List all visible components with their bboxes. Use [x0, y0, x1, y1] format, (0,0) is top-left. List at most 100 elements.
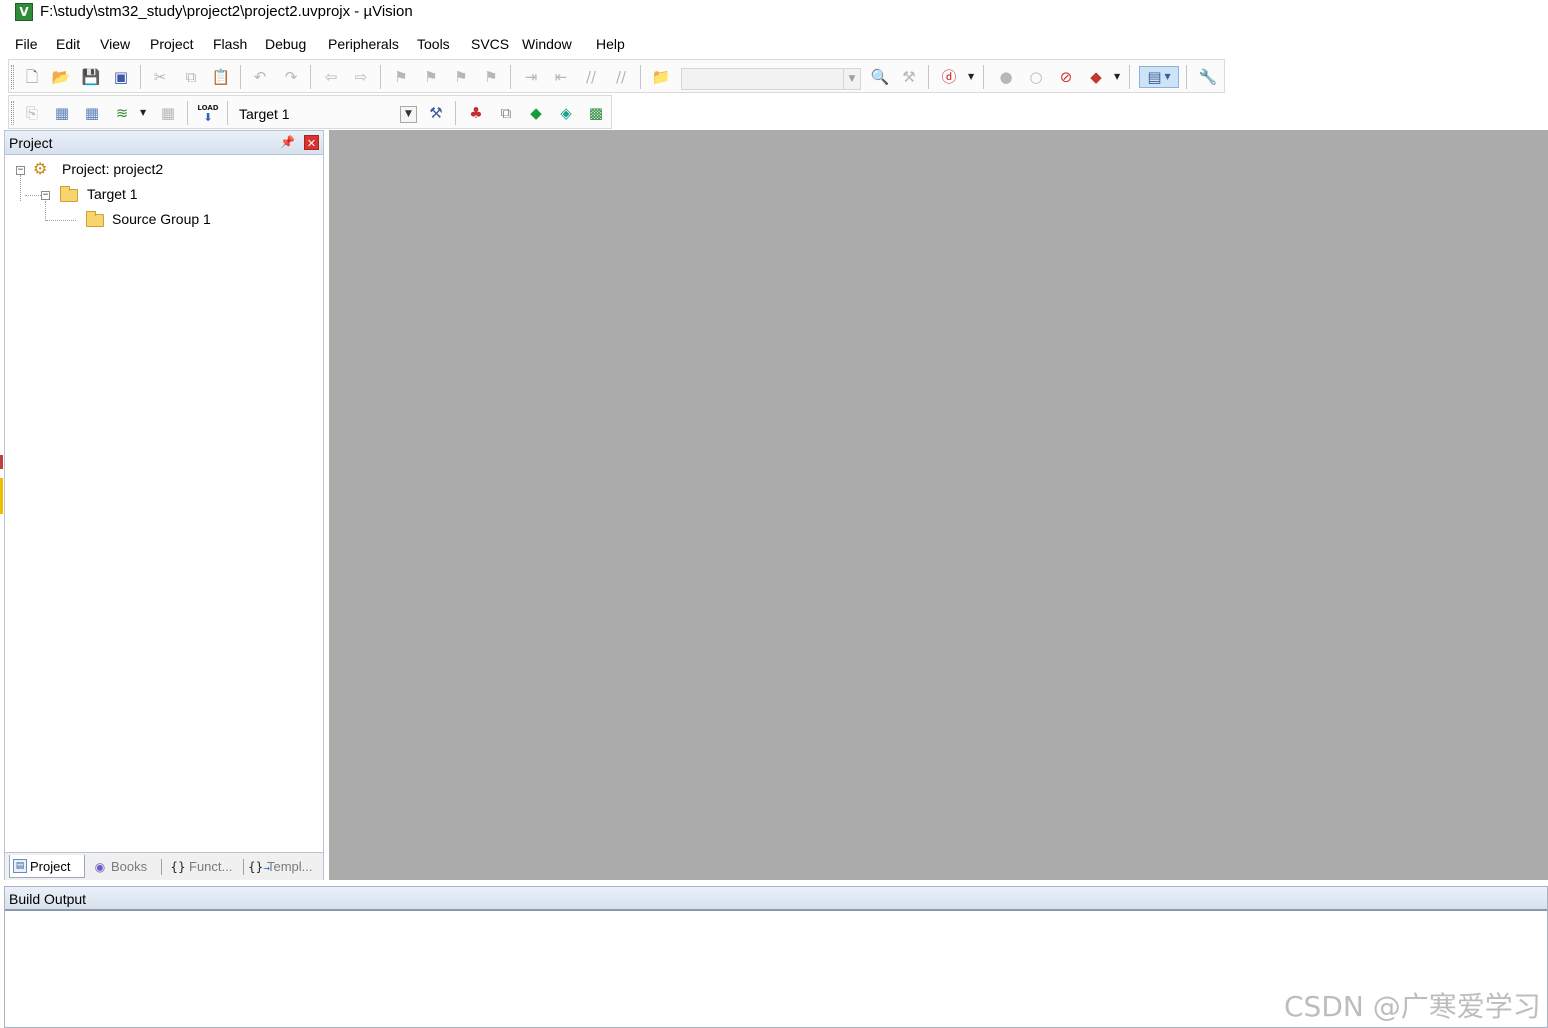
menu-peripherals[interactable]: Peripherals: [328, 36, 399, 52]
tab-project-label: Project: [30, 858, 71, 874]
menu-debug[interactable]: Debug: [265, 36, 306, 52]
separator: [140, 65, 141, 89]
stop-build-icon[interactable]: ▦: [157, 102, 179, 124]
find-in-files-icon[interactable]: 📁: [650, 66, 672, 88]
left-edge-mark: [0, 455, 3, 469]
toolbar-grip[interactable]: [11, 65, 14, 89]
save-all-icon[interactable]: ▣: [110, 66, 132, 88]
options-for-target-icon[interactable]: ⚒: [425, 102, 447, 124]
save-icon[interactable]: 💾: [80, 66, 102, 88]
pack-installer-icon[interactable]: ◈: [555, 102, 577, 124]
down-arrow-icon: ⬇: [203, 110, 213, 124]
tree-item-target-label: Target 1: [87, 186, 138, 202]
paste-icon[interactable]: 📋: [210, 66, 232, 88]
tab-templates[interactable]: {}→ Templ...: [245, 855, 321, 878]
open-file-icon[interactable]: 📂: [50, 66, 72, 88]
disable-all-breakpoints-icon[interactable]: ⊘: [1055, 66, 1077, 88]
kill-all-breakpoints-icon[interactable]: ◆: [1085, 66, 1107, 88]
window-title: F:\study\stm32_study\project2\project2.u…: [40, 3, 413, 20]
tab-project[interactable]: ▤ Project: [9, 855, 85, 878]
rebuild-icon[interactable]: ▦: [81, 102, 103, 124]
editor-area[interactable]: [329, 130, 1548, 880]
menu-project[interactable]: Project: [150, 36, 194, 52]
target-folder-icon: [60, 186, 78, 202]
watermark-text: CSDN @广寒爱学习: [1284, 990, 1541, 1023]
menu-view[interactable]: View: [100, 36, 130, 52]
redo-icon[interactable]: ↷: [280, 66, 302, 88]
tree-line: [20, 175, 21, 201]
tree-item-source-group[interactable]: Source Group 1: [83, 209, 323, 231]
target-select-value: Target 1: [239, 106, 290, 122]
window-layout-icon[interactable]: ▤ ▼: [1139, 66, 1179, 88]
menu-edit[interactable]: Edit: [56, 36, 80, 52]
build-icon[interactable]: ▦: [51, 102, 73, 124]
separator: [1186, 65, 1187, 89]
configure-wrench-icon[interactable]: 🔧: [1197, 66, 1219, 88]
translate-icon[interactable]: ⎘: [21, 102, 43, 124]
chevron-down-icon[interactable]: ▼: [968, 72, 976, 81]
collapse-target-icon[interactable]: −: [41, 191, 50, 200]
previous-bookmark-icon[interactable]: ⚑: [420, 66, 442, 88]
separator: [227, 101, 228, 125]
tree-item-target[interactable]: Target 1: [57, 184, 317, 206]
manage-project-items-icon[interactable]: ♣: [465, 102, 487, 124]
tab-books[interactable]: ◉ Books: [89, 855, 159, 878]
menu-flash[interactable]: Flash: [213, 36, 247, 52]
insert-bookmark-icon[interactable]: ⚑: [390, 66, 412, 88]
debug-session-icon[interactable]: ⓓ: [938, 66, 960, 88]
project-panel-title: Project: [9, 135, 53, 151]
clear-bookmarks-icon[interactable]: ⚑: [480, 66, 502, 88]
chevron-down-icon[interactable]: ▼: [1114, 72, 1122, 81]
chevron-down-icon[interactable]: ▼: [140, 108, 148, 117]
project-tab-icon: ▤: [13, 859, 27, 873]
tab-templates-label: Templ...: [267, 859, 313, 874]
navigate-forward-icon[interactable]: ⇨: [350, 66, 372, 88]
undo-icon[interactable]: ↶: [249, 66, 271, 88]
separator: [455, 101, 456, 125]
file-toolbar: 🗋 📂 💾 ▣ ✂ ⧉ 📋 ↶ ↷ ⇦ ⇨ ⚑ ⚑ ⚑ ⚑ ⇥ ⇤ // // …: [8, 59, 1225, 93]
separator: [510, 65, 511, 89]
comment-icon[interactable]: //: [580, 66, 602, 88]
menu-tools[interactable]: Tools: [417, 36, 450, 52]
chevron-down-icon[interactable]: ▼: [400, 106, 417, 123]
find-icon[interactable]: 🔍: [869, 66, 891, 88]
copy-icon[interactable]: ⧉: [180, 66, 202, 88]
books-icon: ◉: [94, 859, 106, 874]
manage-rte-icon[interactable]: ◆: [525, 102, 547, 124]
new-file-icon[interactable]: 🗋: [21, 66, 43, 88]
templates-icon: {}→: [248, 859, 270, 874]
navigate-back-icon[interactable]: ⇦: [320, 66, 342, 88]
tab-books-label: Books: [111, 859, 148, 874]
tree-item-project[interactable]: ⚙ Project: project2: [33, 159, 313, 181]
separator: [310, 65, 311, 89]
incremental-find-icon[interactable]: ⚒: [898, 66, 920, 88]
multi-project-icon[interactable]: ▩: [585, 102, 607, 124]
find-combo[interactable]: ▼: [681, 68, 861, 90]
separator: [928, 65, 929, 89]
left-edge-mark-yellow: [0, 478, 3, 514]
target-select[interactable]: Target 1 ▼: [233, 103, 418, 125]
chevron-down-icon[interactable]: ▼: [843, 69, 860, 89]
cut-icon[interactable]: ✂: [149, 66, 171, 88]
menu-svcs[interactable]: SVCS: [471, 36, 509, 52]
toolbar-grip[interactable]: [11, 101, 14, 125]
menu-window[interactable]: Window: [522, 36, 572, 52]
insert-breakpoint-icon[interactable]: ●: [995, 66, 1017, 88]
unindent-icon[interactable]: ⇤: [550, 66, 572, 88]
menu-help[interactable]: Help: [596, 36, 625, 52]
select-packs-icon[interactable]: ⧉: [495, 102, 517, 124]
uncomment-icon[interactable]: //: [610, 66, 632, 88]
enable-breakpoint-icon[interactable]: ○: [1025, 66, 1047, 88]
menu-file[interactable]: File: [15, 36, 38, 52]
pin-icon[interactable]: 📌: [280, 135, 295, 149]
tab-functions-label: Funct...: [189, 859, 233, 874]
download-load-icon[interactable]: LOAD ⬇: [197, 102, 219, 124]
build-output-header: Build Output: [5, 887, 1547, 911]
source-group-folder-icon: [86, 211, 104, 227]
close-icon[interactable]: ✕: [304, 135, 319, 150]
tab-functions[interactable]: {} Funct...: [167, 855, 241, 878]
next-bookmark-icon[interactable]: ⚑: [450, 66, 472, 88]
collapse-project-icon[interactable]: −: [16, 166, 25, 175]
batch-build-icon[interactable]: ≋: [111, 102, 133, 124]
indent-icon[interactable]: ⇥: [520, 66, 542, 88]
